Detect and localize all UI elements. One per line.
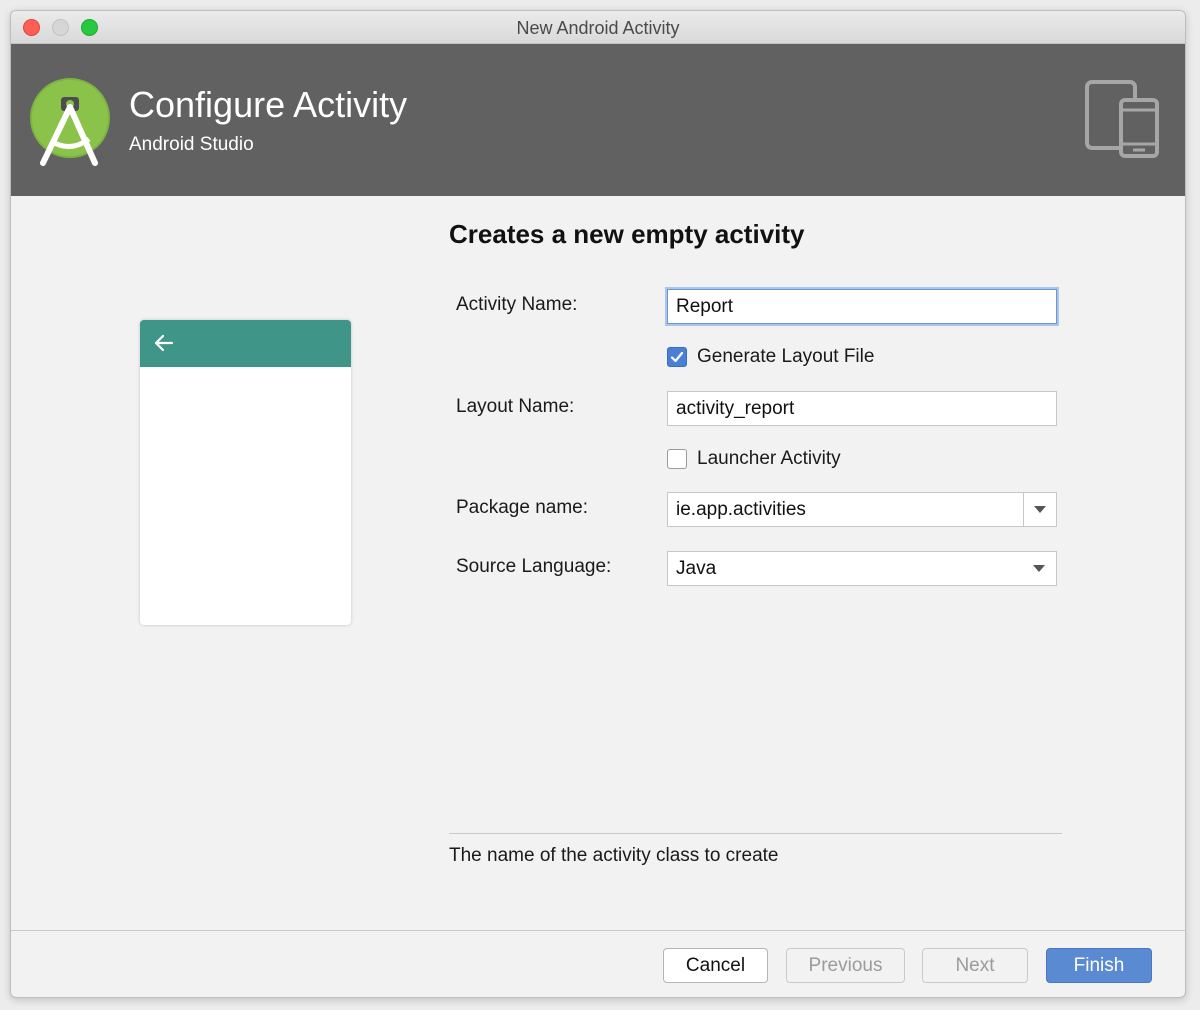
launcher-activity-label: Launcher Activity (697, 448, 841, 469)
dialog-window: New Android Activity Configure Activity … (10, 10, 1186, 998)
activity-name-label: Activity Name: (456, 294, 578, 315)
header-title: Configure Activity (129, 84, 408, 125)
package-name-dropdown-button[interactable] (1023, 493, 1056, 526)
preview-toolbar (140, 320, 351, 367)
generate-layout-checkbox[interactable] (667, 347, 687, 367)
devices-icon (1085, 80, 1159, 158)
launcher-activity-checkbox[interactable] (667, 449, 687, 469)
form-heading: Creates a new empty activity (449, 219, 805, 249)
launcher-activity-checkbox-row[interactable]: Launcher Activity (667, 447, 841, 471)
previous-button[interactable]: Previous (786, 948, 905, 983)
source-language-value: Java (676, 558, 717, 579)
package-name-label: Package name: (456, 497, 589, 518)
activity-preview (140, 320, 351, 625)
header-subtitle: Android Studio (129, 134, 254, 155)
arrow-back-icon (154, 334, 174, 352)
finish-button[interactable]: Finish (1046, 948, 1152, 983)
generate-layout-label: Generate Layout File (697, 346, 875, 367)
help-text: The name of the activity class to create (449, 845, 779, 866)
activity-name-input[interactable]: Report (667, 289, 1057, 324)
source-language-label: Source Language: (456, 556, 612, 577)
next-button[interactable]: Next (922, 948, 1028, 983)
package-name-combobox[interactable]: ie.app.activities (667, 492, 1057, 527)
footer-divider (11, 930, 1185, 931)
help-divider (449, 833, 1062, 834)
title-bar: New Android Activity (11, 11, 1185, 44)
generate-layout-checkbox-row[interactable]: Generate Layout File (667, 345, 874, 369)
header-banner: Configure Activity Android Studio (11, 44, 1185, 196)
layout-name-input[interactable]: activity_report (667, 391, 1057, 426)
android-studio-logo-icon (30, 78, 110, 166)
chevron-down-icon (1034, 506, 1046, 513)
cancel-button[interactable]: Cancel (663, 948, 768, 983)
package-name-value[interactable]: ie.app.activities (676, 499, 806, 521)
layout-name-label: Layout Name: (456, 396, 575, 417)
chevron-down-icon (1030, 552, 1048, 585)
window-title: New Android Activity (516, 18, 680, 38)
source-language-select[interactable]: Java (667, 551, 1057, 586)
checkmark-icon (670, 351, 684, 363)
